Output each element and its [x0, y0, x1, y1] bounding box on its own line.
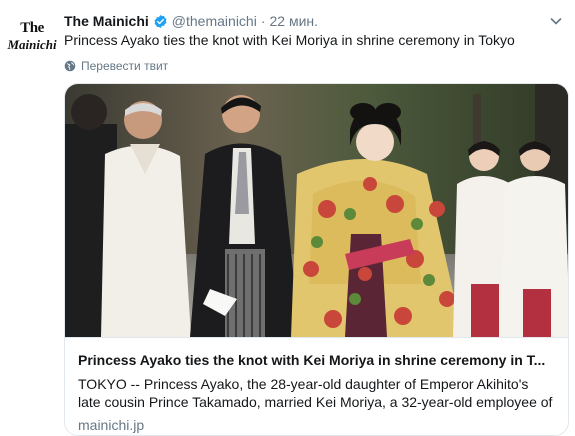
card-title[interactable]: Princess Ayako ties the knot with Kei Mo…: [78, 352, 558, 368]
avatar-logo-line2: Mainichi: [7, 37, 57, 52]
card-body: Princess Ayako ties the knot with Kei Mo…: [65, 337, 568, 435]
avatar-logo-line1: The: [20, 20, 44, 36]
tweet-text: Princess Ayako ties the knot with Kei Mo…: [64, 32, 515, 48]
card-photo: [65, 84, 568, 337]
author-name[interactable]: The Mainichi: [64, 13, 149, 29]
globe-icon: [64, 60, 76, 72]
tweet-timestamp[interactable]: 22 мин.: [270, 13, 319, 29]
tweet-header: The Mainichi @themainichi · 22 мин.: [64, 11, 545, 31]
card-description-line: TOKYO -- Princess Ayako, the 28-year-old…: [78, 376, 529, 392]
header-separator: ·: [260, 13, 266, 29]
translate-tweet-link[interactable]: Перевести твит: [64, 58, 168, 74]
card-description: TOKYO -- Princess Ayako, the 28-year-old…: [78, 375, 564, 411]
card-domain: mainichi.jp: [78, 417, 145, 433]
author-handle[interactable]: @themainichi: [172, 13, 257, 29]
translate-label: Перевести твит: [81, 59, 169, 73]
verified-badge-icon: [153, 14, 168, 29]
chevron-down-icon[interactable]: [549, 14, 563, 28]
avatar[interactable]: The Mainichi: [7, 12, 57, 60]
link-card[interactable]: Princess Ayako ties the knot with Kei Mo…: [64, 83, 569, 436]
card-description-line: late cousin Prince Takamado, married Kei…: [78, 394, 553, 410]
